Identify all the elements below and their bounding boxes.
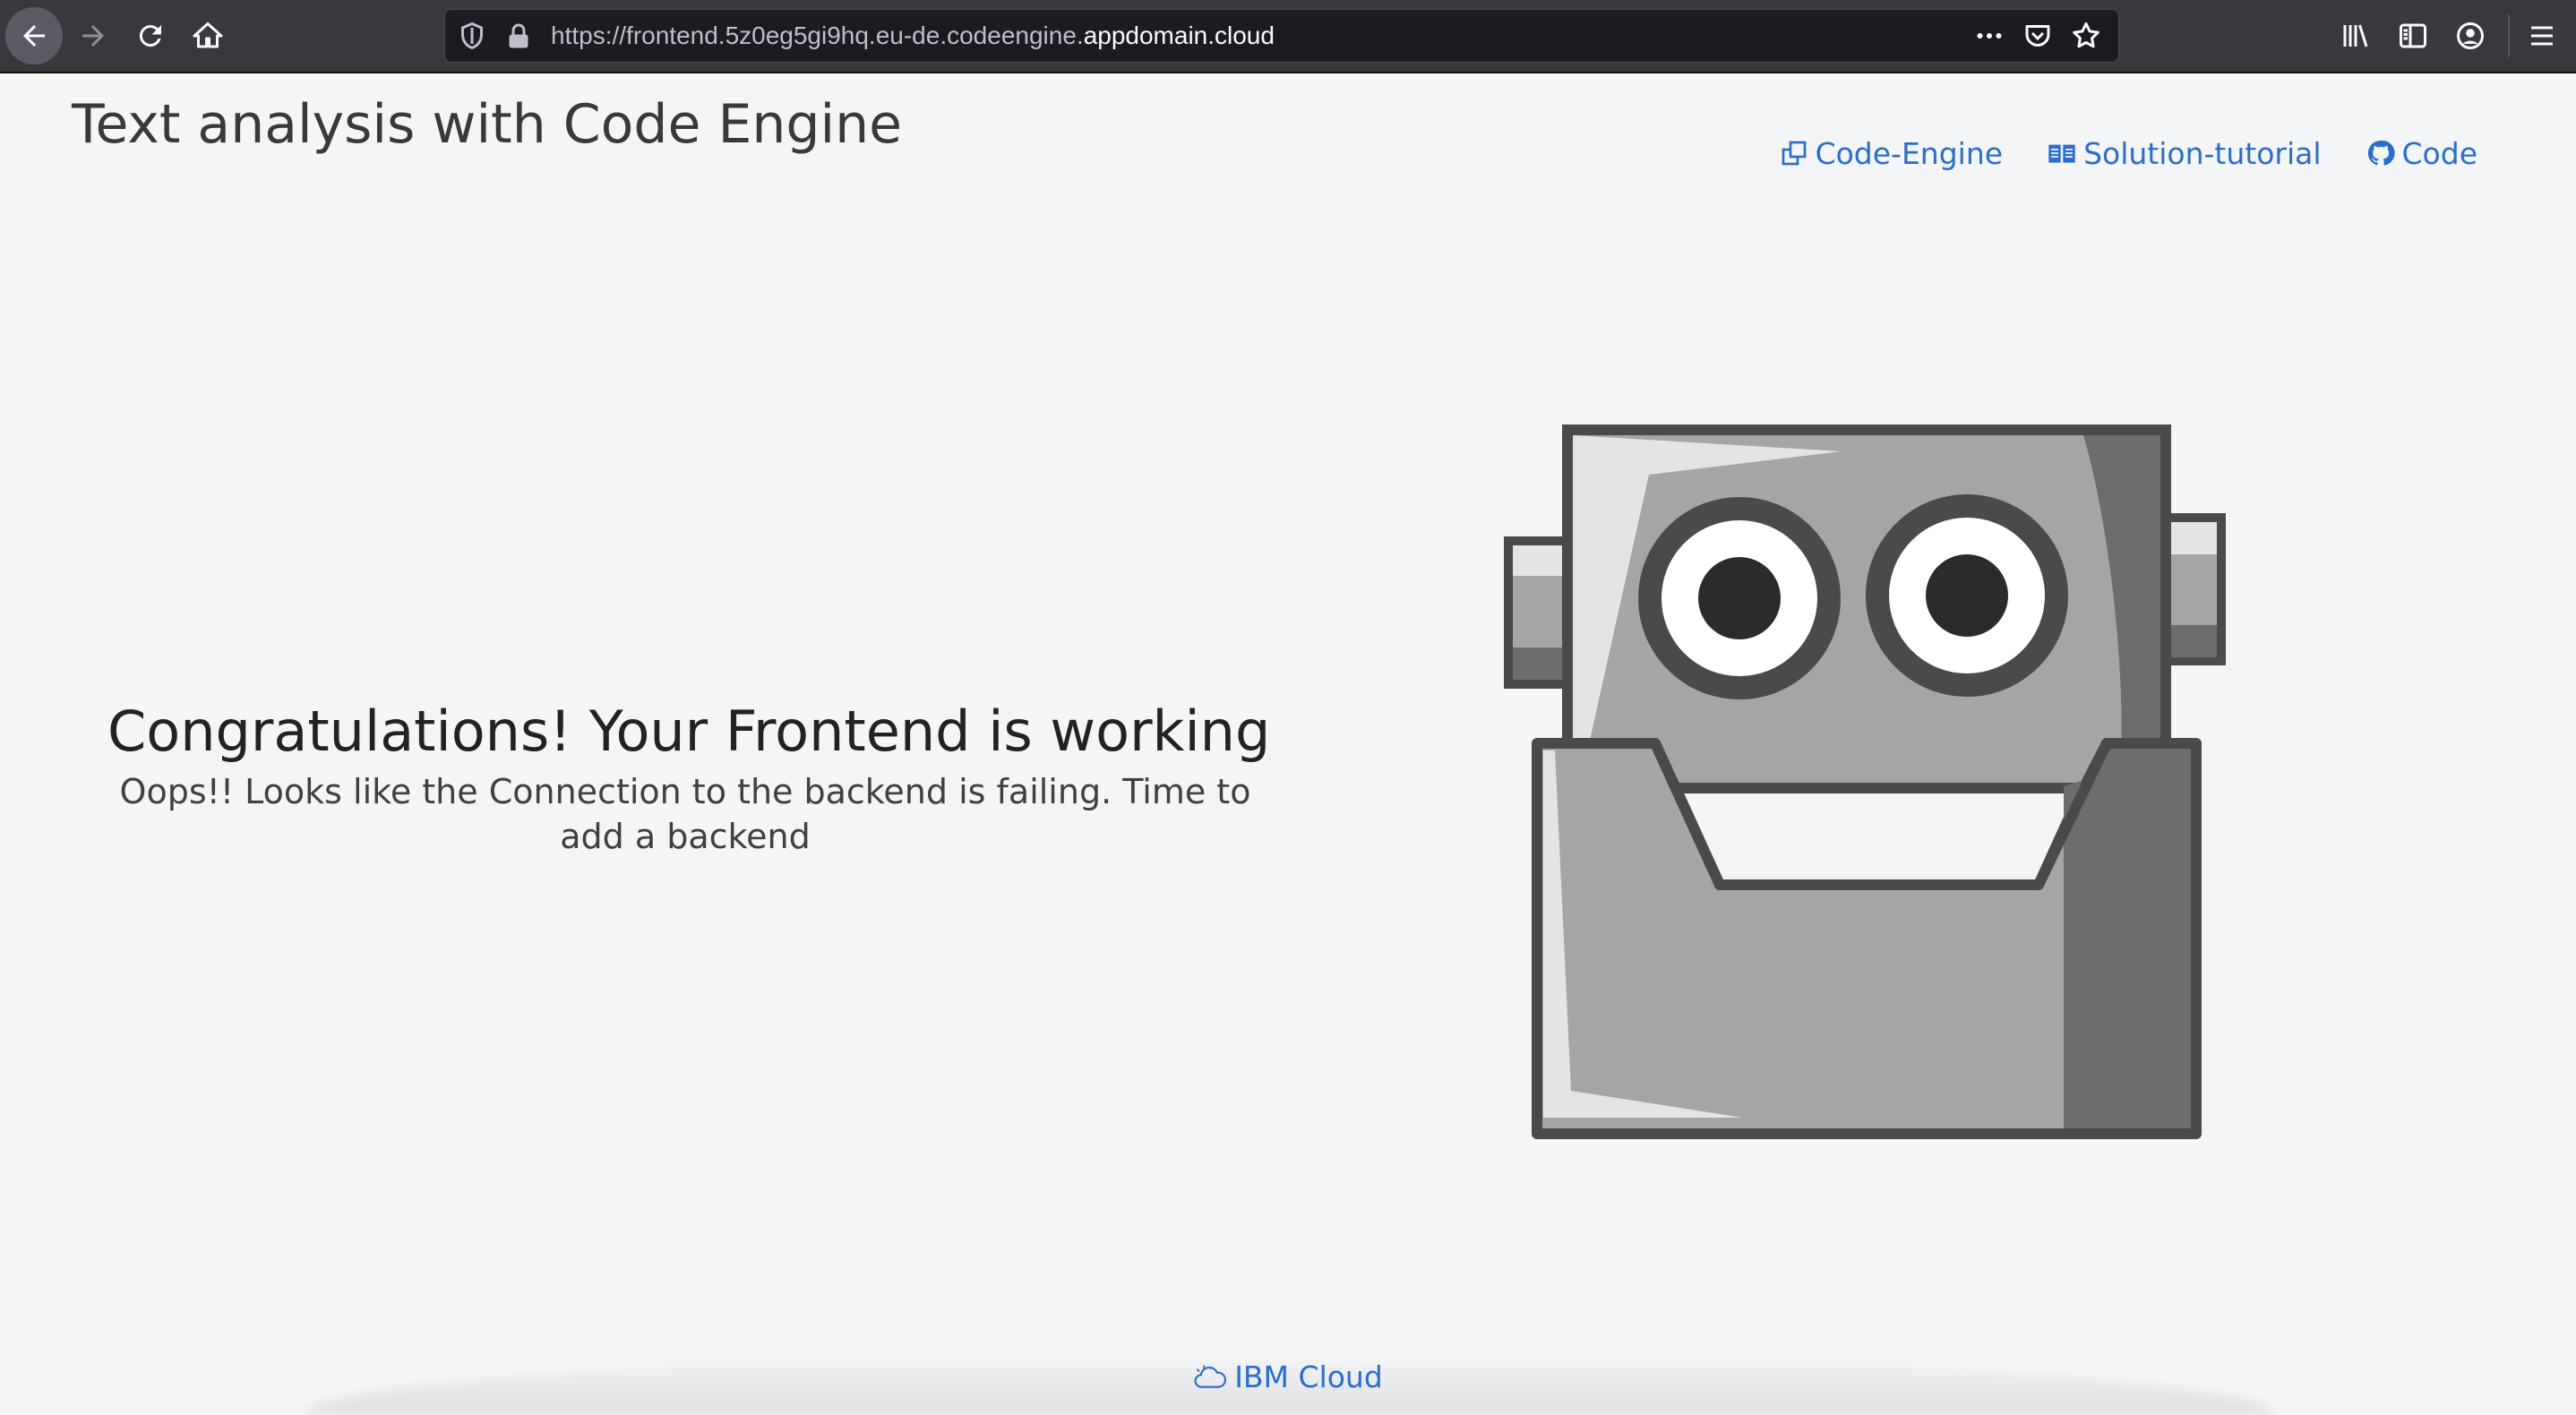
- address-bar[interactable]: https://frontend.5z0eg5gi9hq.eu-de.codee…: [444, 9, 2119, 63]
- book-icon: [2048, 144, 2075, 163]
- solution-tutorial-link-label: Solution-tutorial: [2083, 135, 2322, 171]
- forward-icon: [82, 25, 104, 47]
- robot-icon: [1504, 424, 2226, 1139]
- ibm-cloud-link[interactable]: IBM Cloud: [1193, 1359, 1383, 1394]
- robot-illustration: [1501, 419, 2228, 1146]
- solution-tutorial-link[interactable]: Solution-tutorial: [2048, 135, 2322, 171]
- code-link-label: Code: [2401, 135, 2477, 171]
- more-icon[interactable]: [1973, 20, 2005, 52]
- url-text[interactable]: https://frontend.5z0eg5gi9hq.eu-de.codee…: [551, 10, 1275, 62]
- status-message: Congratulations! Your Frontend is workin…: [107, 699, 1271, 859]
- code-link[interactable]: Code: [2366, 136, 2477, 171]
- browser-toolbar: https://frontend.5z0eg5gi9hq.eu-de.codee…: [0, 0, 2576, 73]
- toolbar-divider: [2508, 14, 2510, 57]
- menu-icon[interactable]: [2526, 20, 2558, 52]
- github-icon: [2367, 140, 2395, 166]
- code-engine-link-label: Code-Engine: [1815, 135, 2004, 171]
- success-heading: Congratulations! Your Frontend is workin…: [107, 699, 1271, 764]
- bookmark-star-icon[interactable]: [2070, 20, 2102, 52]
- url-domain: appdomain.cloud: [1083, 21, 1275, 49]
- forward-button[interactable]: [66, 0, 120, 72]
- launch-icon: [1782, 141, 1806, 166]
- footer: IBM Cloud: [0, 1359, 2576, 1394]
- pocket-icon[interactable]: [2022, 20, 2054, 52]
- cloud-icon: [1194, 1365, 1227, 1388]
- sidebar-icon[interactable]: [2397, 20, 2429, 52]
- error-subtext: Oops!! Looks like the Connection to the …: [119, 772, 1251, 856]
- reload-button[interactable]: [124, 0, 177, 72]
- code-engine-link[interactable]: Code-Engine: [1780, 135, 2004, 171]
- lock-icon[interactable]: [502, 20, 535, 52]
- back-button[interactable]: [5, 7, 63, 64]
- home-button[interactable]: [181, 0, 235, 72]
- url-prefix: https://frontend.5z0eg5gi9hq.eu-de.codee…: [551, 21, 1084, 49]
- ibm-cloud-label: IBM Cloud: [1234, 1359, 1383, 1394]
- reload-icon: [139, 25, 161, 47]
- page-title: Text analysis with Code Engine: [72, 93, 903, 156]
- library-icon[interactable]: [2340, 20, 2372, 52]
- account-icon[interactable]: [2454, 20, 2486, 52]
- home-icon: [193, 22, 223, 48]
- back-icon: [23, 25, 45, 47]
- shield-icon[interactable]: [456, 20, 488, 52]
- header-links: Code-Engine Solution-tutorial Code: [1780, 131, 2477, 176]
